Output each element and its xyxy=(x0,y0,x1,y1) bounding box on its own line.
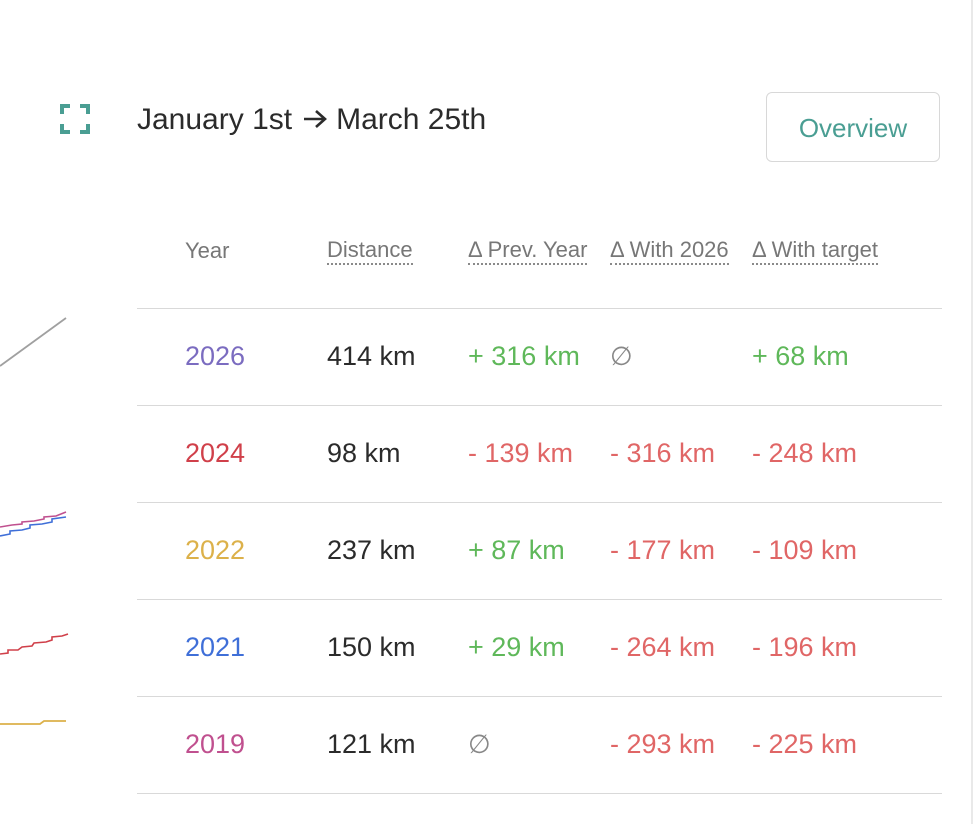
column-header-with-2026[interactable]: Δ With 2026 xyxy=(610,238,729,265)
distance-cell: 150 km xyxy=(327,632,416,662)
prev-year-delta-cell: + 87 km xyxy=(468,535,565,565)
prev-year-delta-cell: ∅ xyxy=(468,729,491,759)
with-2026-delta-cell: - 177 km xyxy=(610,535,716,565)
column-header-year: Year xyxy=(185,238,230,263)
year-cell: 2021 xyxy=(185,632,246,662)
year-cell: 2019 xyxy=(185,729,246,759)
table-header: Year Distance Δ Prev. Year Δ With 2026 Δ… xyxy=(137,210,942,309)
cumulative-chart-fragment xyxy=(0,317,69,725)
arrow-right-icon xyxy=(304,110,328,129)
prev-year-delta-cell: + 29 km xyxy=(468,632,565,662)
chart-line-2026 xyxy=(0,317,67,367)
column-header-prev-year[interactable]: Δ Prev. Year xyxy=(468,238,588,265)
target-delta-cell: - 225 km xyxy=(752,729,858,759)
column-header-with-target[interactable]: Δ With target xyxy=(752,238,878,265)
year-cell: 2022 xyxy=(185,535,246,565)
comparison-table: Year Distance Δ Prev. Year Δ With 2026 Δ… xyxy=(137,210,942,794)
distance-cell: 414 km xyxy=(327,341,416,371)
distance-cell: 121 km xyxy=(327,729,416,759)
year-cell: 2024 xyxy=(185,438,246,468)
date-range-title: January 1st March 25th xyxy=(137,100,486,140)
range-end: March 25th xyxy=(336,103,487,136)
overview-button[interactable]: Overview xyxy=(766,92,940,162)
prev-year-delta-cell: + 316 km xyxy=(468,341,580,371)
with-2026-delta-cell: ∅ xyxy=(610,341,633,371)
expand-icon[interactable] xyxy=(60,104,90,134)
chart-line-2022 xyxy=(0,720,66,725)
target-delta-cell: - 196 km xyxy=(752,632,858,662)
chart-line-2024 xyxy=(0,633,69,655)
target-delta-cell: - 109 km xyxy=(752,535,858,565)
table-row: 2024 98 km - 139 km - 316 km - 248 km xyxy=(137,406,942,503)
target-delta-cell: + 68 km xyxy=(752,341,849,371)
table-row: 2019 121 km ∅ - 293 km - 225 km xyxy=(137,697,942,794)
target-delta-cell: - 248 km xyxy=(752,438,858,468)
column-header-distance[interactable]: Distance xyxy=(327,238,413,265)
with-2026-delta-cell: - 293 km xyxy=(610,729,716,759)
chart-line-2021 xyxy=(0,516,67,537)
year-cell: 2026 xyxy=(185,341,246,371)
panel-border xyxy=(971,0,973,824)
table-row: 2021 150 km + 29 km - 264 km - 196 km xyxy=(137,600,942,697)
with-2026-delta-cell: - 264 km xyxy=(610,632,716,662)
with-2026-delta-cell: - 316 km xyxy=(610,438,716,468)
distance-cell: 98 km xyxy=(327,438,401,468)
table-row: 2022 237 km + 87 km - 177 km - 109 km xyxy=(137,503,942,600)
page: January 1st March 25th Overview Year Dist… xyxy=(0,0,976,824)
prev-year-delta-cell: - 139 km xyxy=(468,438,574,468)
distance-cell: 237 km xyxy=(327,535,416,565)
range-start: January 1st xyxy=(137,103,293,136)
table-row: 2026 414 km + 316 km ∅ + 68 km xyxy=(137,309,942,406)
